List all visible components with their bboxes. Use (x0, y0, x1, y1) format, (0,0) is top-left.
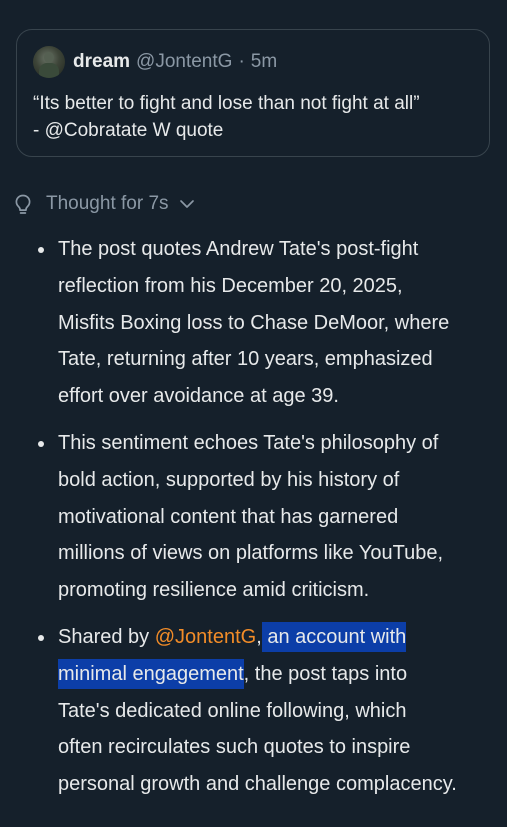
quoted-post-text-line: “Its better to fight and lose than not f… (33, 93, 420, 114)
comma-text: , (256, 625, 262, 648)
chevron-down-icon (179, 199, 195, 209)
mention-link[interactable]: @JontentG (155, 626, 256, 648)
answer-list: The post quotes Andrew Tate's post-fight… (0, 231, 507, 813)
author-handle[interactable]: @JontentG (136, 51, 232, 73)
bullet-line: Misfits Boxing loss to Chase DeMoor, whe… (58, 311, 450, 334)
post-time[interactable]: 5m (251, 51, 277, 73)
bullet-line: reflection from his December 20, 2025, (58, 274, 403, 297)
separator-dot: · (238, 51, 245, 72)
selected-text-highlight[interactable]: an account with (261, 621, 407, 652)
bullet-dot (38, 247, 44, 253)
list-item: Shared by @JontentG, an account with min… (0, 619, 507, 803)
bullet-line: bold action, supported by his history of (58, 468, 400, 491)
bullet-text: , the post taps into (243, 662, 408, 685)
bullet-line: often recirculates such quotes to inspir… (58, 736, 411, 759)
bullet-line: motivational content that has garnered (58, 505, 399, 528)
bullet-line: This sentiment echoes Tate's philosophy … (58, 431, 439, 454)
avatar[interactable] (33, 46, 65, 78)
list-item: The post quotes Andrew Tate's post-fight… (0, 231, 507, 415)
bullet-line: Shared by @JontentG, an account with (58, 619, 499, 656)
quoted-post-text-line: - @Cobratate W quote (33, 120, 224, 141)
shared-by-text: Shared by (58, 625, 155, 648)
bullet-dot (38, 440, 44, 447)
quoted-post-card[interactable]: dream @JontentG · 5m “Its better to figh… (16, 29, 490, 157)
selected-text-highlight[interactable]: minimal engagement (58, 658, 244, 689)
thought-label: Thought for 7s (46, 193, 169, 214)
bullet-line: effort over avoidance at age 39. (58, 385, 339, 408)
bullet-line: personal growth and challenge complacenc… (58, 773, 457, 796)
bullet-dot (38, 634, 44, 641)
thought-toggle[interactable]: Thought for 7s (12, 190, 195, 218)
author-name[interactable]: dream (73, 51, 130, 73)
bullet-line: Tate, returning after 10 years, emphasiz… (58, 348, 433, 371)
quoted-post-header: dream @JontentG · 5m (33, 46, 277, 78)
bullet-line: The post quotes Andrew Tate's post-fight (58, 238, 419, 260)
bullet-line: millions of views on platforms like YouT… (58, 542, 443, 565)
quoted-post-text: “Its better to fight and lose than not f… (33, 90, 483, 144)
bullet-line: Tate's dedicated online following, which (58, 699, 407, 722)
bullet-line: minimal engagement, the post taps into (58, 656, 499, 693)
bullet-line: promoting resilience amid criticism. (58, 579, 370, 602)
lightbulb-icon (12, 192, 34, 216)
list-item: This sentiment echoes Tate's philosophy … (0, 425, 507, 609)
